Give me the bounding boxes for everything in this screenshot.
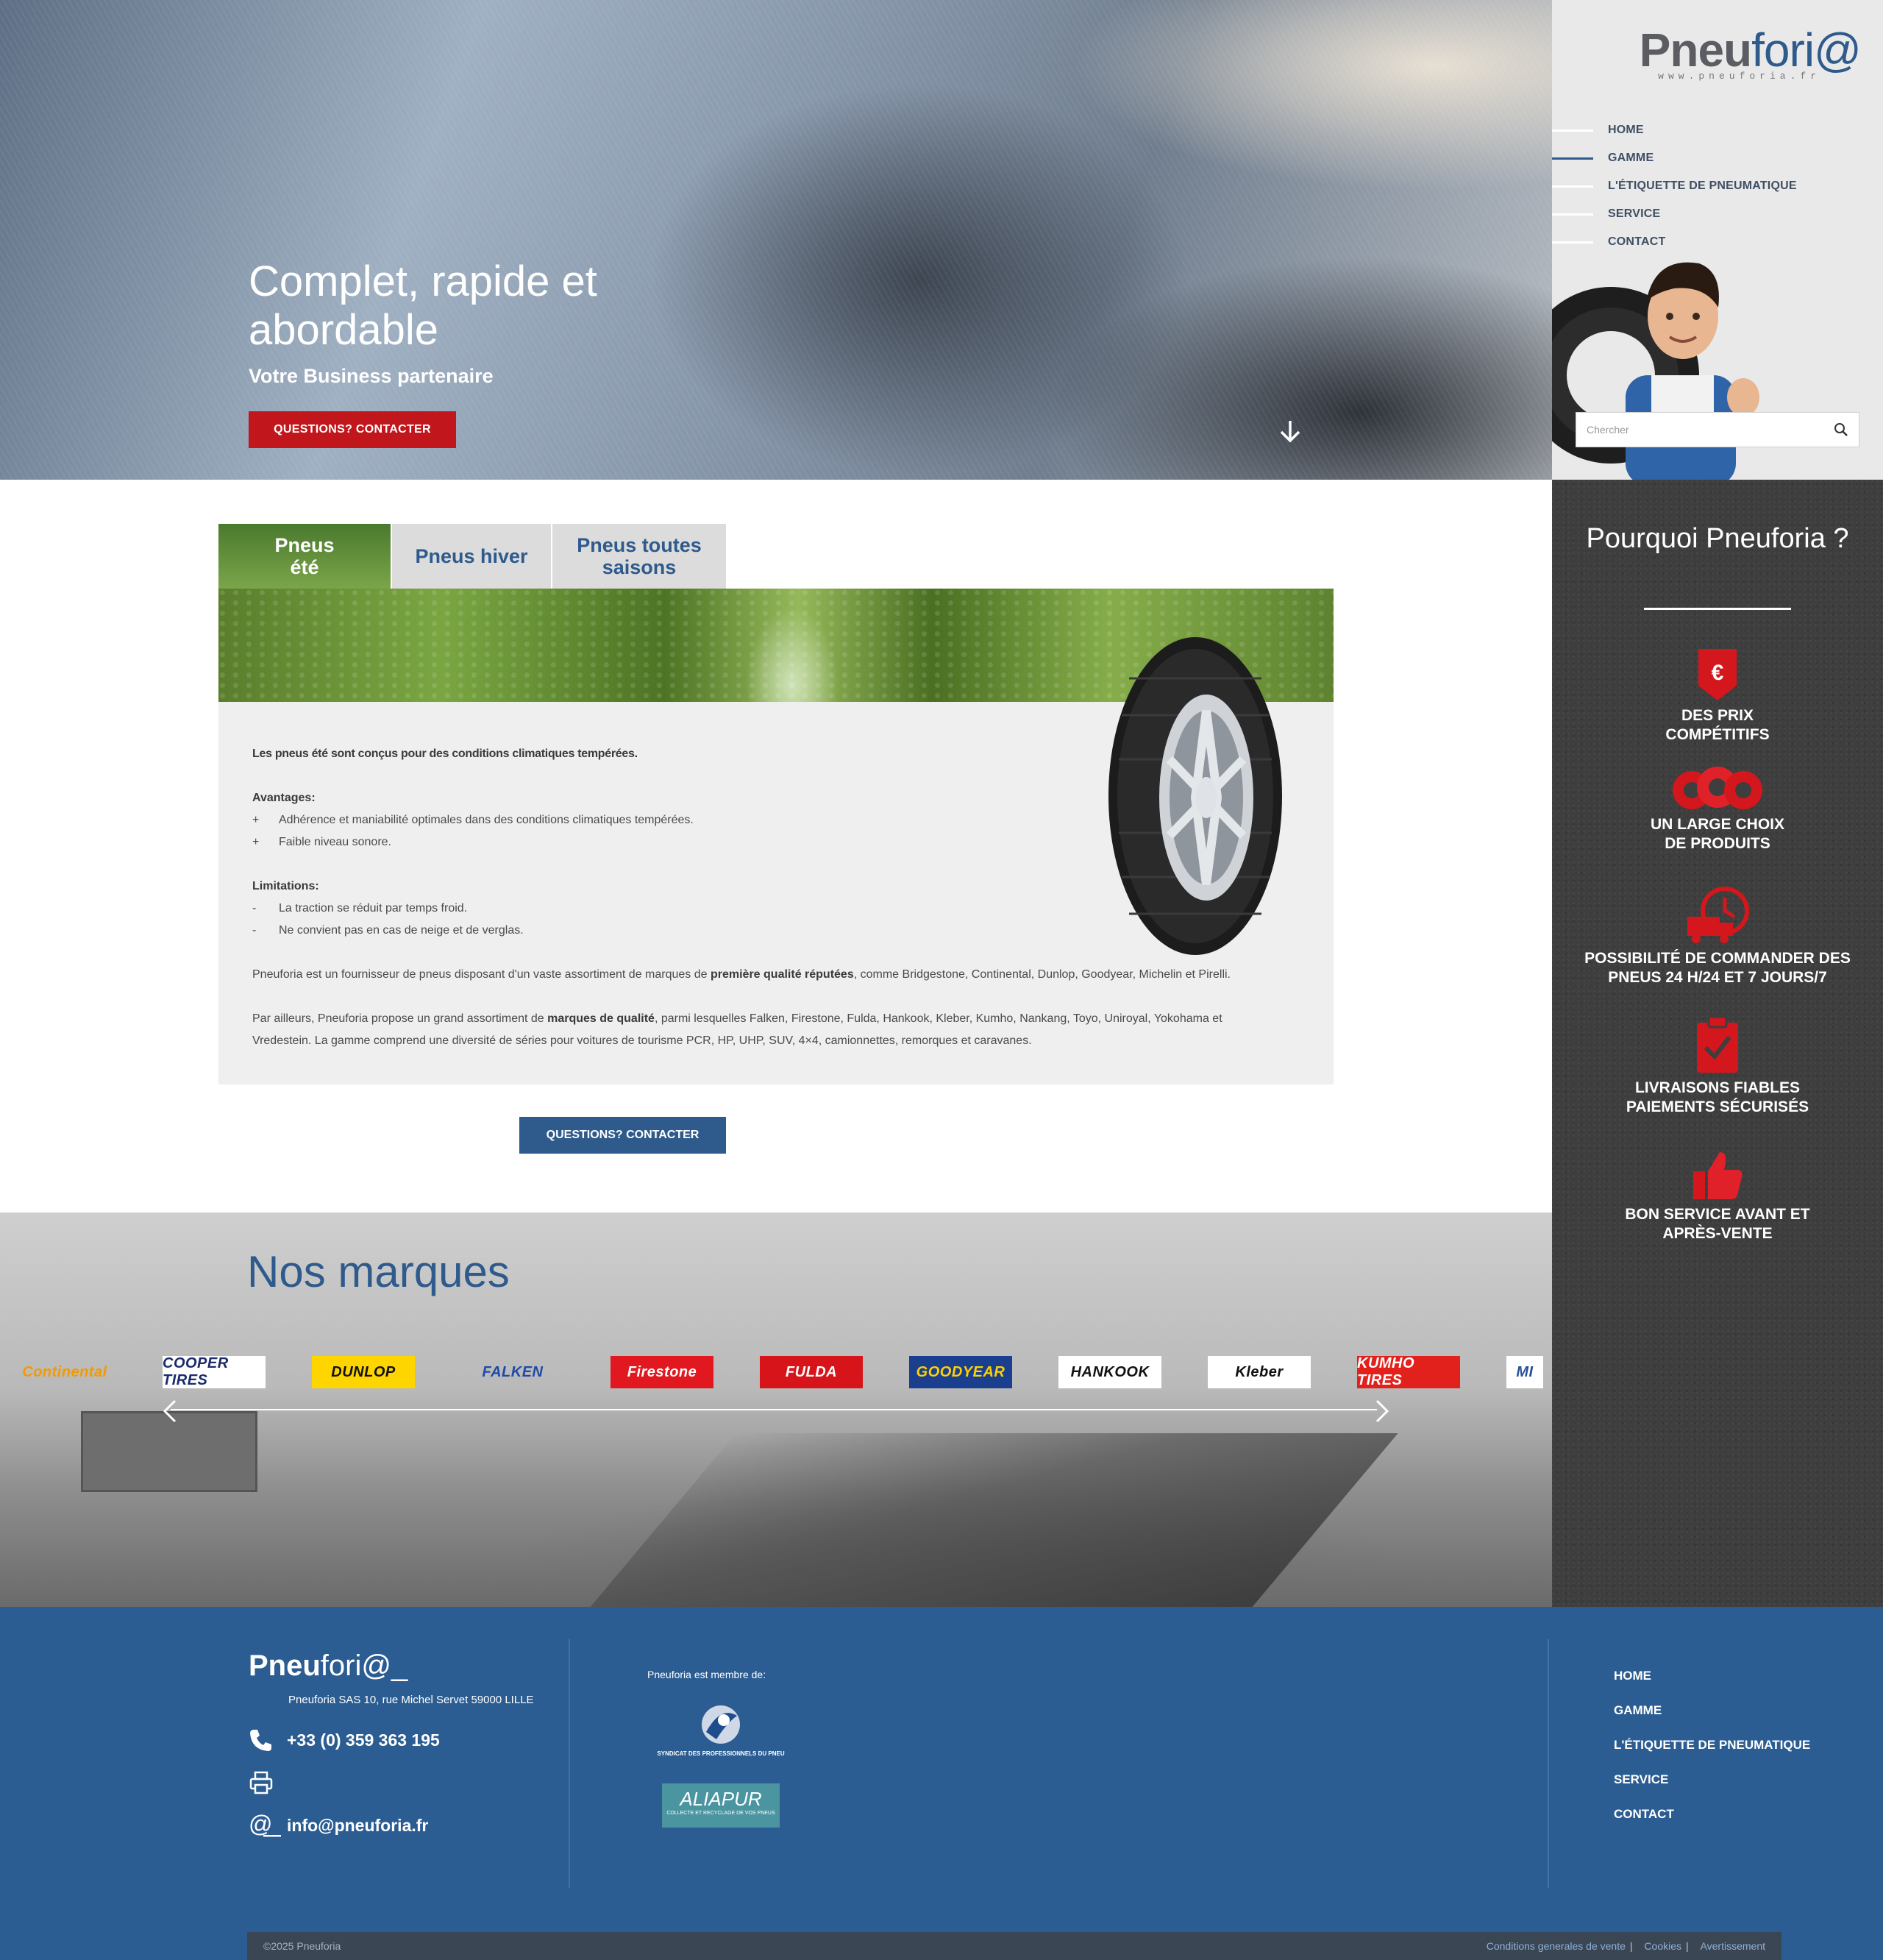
brand-logo[interactable]: MI xyxy=(1506,1356,1543,1388)
nav-item-gamme[interactable]: GAMME xyxy=(1552,144,1797,172)
summer-tire-image xyxy=(1108,637,1282,955)
main-nav: HOME GAMME L'ÉTIQUETTE DE PNEUMATIQUE SE… xyxy=(1552,116,1797,256)
feature-service-label: BON SERVICE AVANT ET APRÈS-VENTE xyxy=(1625,1206,1810,1242)
site-footer: Pneufori@_ Pneuforia SAS 10, rue Michel … xyxy=(0,1607,1883,1960)
carousel-track xyxy=(171,1409,1377,1410)
brands-section: Nos marques Continental COOPER TIRES DUNLO… xyxy=(0,1212,1552,1607)
nav-item-service[interactable]: SERVICE xyxy=(1552,200,1797,228)
feature-choix: UN LARGE CHOIX DE PRODUITS xyxy=(1552,767,1883,853)
feature-prix-label: DES PRIX COMPÉTITIFS xyxy=(1665,707,1770,743)
footer-nav-service[interactable]: SERVICE xyxy=(1614,1772,1810,1807)
brand-logo[interactable]: DUNLOP xyxy=(312,1356,415,1388)
tab-pneus-toutes-saisons[interactable]: Pneus toutes saisons xyxy=(552,524,726,589)
footer-divider xyxy=(569,1639,570,1888)
site-logo[interactable]: Pneufori@ www.pneuforia.fr xyxy=(1639,24,1862,82)
brand-logo[interactable]: Kleber xyxy=(1208,1356,1311,1388)
footer-fax xyxy=(249,1770,274,1795)
spp-emblem-icon xyxy=(702,1705,740,1744)
feature-commande: POSSIBILITÉ DE COMMANDER DES PNEUS 24 H/… xyxy=(1552,886,1883,987)
footer-divider xyxy=(1548,1639,1549,1888)
tab-pneus-hiver[interactable]: Pneus hiver xyxy=(392,524,551,589)
road-sign-background xyxy=(81,1411,257,1492)
footer-nav: HOME GAMME L'ÉTIQUETTE DE PNEUMATIQUE SE… xyxy=(1614,1669,1810,1842)
footer-nav-etiquette[interactable]: L'ÉTIQUETTE DE PNEUMATIQUE xyxy=(1614,1738,1810,1772)
hero-subtitle: Votre Business partenaire xyxy=(249,365,494,387)
brand-logo[interactable]: FULDA xyxy=(760,1356,863,1388)
brand-logo[interactable]: COOPER TIRES xyxy=(163,1355,266,1388)
feature-prix: € DES PRIX COMPÉTITIFS xyxy=(1552,647,1883,745)
hero-contact-button[interactable]: QUESTIONS? CONTACTER xyxy=(249,411,456,448)
link-avertissement[interactable]: Avertissement xyxy=(1701,1940,1765,1952)
brand-logo[interactable]: KUMHO TIRES xyxy=(1357,1355,1460,1388)
feature-livraison-label: LIVRAISONS FIABLES PAIEMENTS SÉCURISÉS xyxy=(1626,1079,1809,1115)
why-title-underline xyxy=(1644,608,1791,610)
link-cookies[interactable]: Cookies xyxy=(1644,1940,1681,1952)
brand-logo[interactable]: FALKEN xyxy=(461,1356,564,1388)
brands-paragraph-1: Pneuforia est un fournisseur de pneus di… xyxy=(252,968,1231,981)
footer-nav-contact[interactable]: CONTACT xyxy=(1614,1807,1810,1842)
feature-livraison: LIVRAISONS FIABLES PAIEMENTS SÉCURISÉS xyxy=(1552,1015,1883,1117)
copyright: ©2025 Pneuforia xyxy=(263,1940,341,1952)
brand-logo[interactable]: GOODYEAR xyxy=(909,1356,1012,1388)
printer-icon xyxy=(249,1771,273,1794)
brand-logo[interactable]: Continental xyxy=(13,1356,116,1388)
nav-item-etiquette[interactable]: L'ÉTIQUETTE DE PNEUMATIQUE xyxy=(1552,172,1797,200)
carousel-next-icon[interactable] xyxy=(1373,1399,1392,1423)
svg-text:@: @ xyxy=(249,1813,272,1837)
why-pneuforia-panel: Pourquoi Pneuforia ? € DES PRIX COMPÉTIT… xyxy=(1552,480,1883,1607)
footer-email[interactable]: @ info@pneuforia.fr xyxy=(249,1813,428,1838)
legal-links: Conditions generales de vente | Cookies | … xyxy=(1486,1940,1765,1952)
footer-bottom-bar: ©2025 Pneuforia Conditions generales de … xyxy=(247,1932,1781,1960)
why-title: Pourquoi Pneuforia ? xyxy=(1586,523,1849,554)
clipboard-check-icon xyxy=(1697,1015,1738,1073)
carousel-prev-icon[interactable] xyxy=(160,1399,179,1423)
brand-logo-carousel: Continental COOPER TIRES DUNLOP FALKEN Fires… xyxy=(0,1355,1552,1390)
scroll-down-icon[interactable] xyxy=(1277,418,1303,444)
feature-service: BON SERVICE AVANT ET APRÈS-VENTE xyxy=(1552,1149,1883,1243)
footer-logo[interactable]: Pneufori@_ xyxy=(249,1650,407,1683)
logo-url: www.pneuforia.fr xyxy=(1658,71,1820,82)
member-label: Pneuforia est membre de: xyxy=(647,1669,766,1680)
tire-season-tabs: Pneus été Pneus hiver Pneus toutes saiso… xyxy=(218,524,727,589)
brands-paragraph-2: Par ailleurs, Pneuforia propose un grand… xyxy=(252,1012,1222,1047)
delivery-clock-icon xyxy=(1687,887,1749,943)
brand-logo[interactable]: Firestone xyxy=(611,1356,713,1388)
at-icon: @ xyxy=(249,1813,281,1837)
hero-banner: Complet, rapide et abordable Votre Busin… xyxy=(0,0,1552,480)
link-cgv[interactable]: Conditions generales de vente xyxy=(1487,1940,1626,1952)
partner-spp-logo[interactable]: SYNDICAT DES PROFESSIONNELS DU PNEU xyxy=(655,1702,787,1757)
hero-text: Complet, rapide et abordable Votre Busin… xyxy=(249,258,616,388)
tab-pneus-ete[interactable]: Pneus été xyxy=(218,524,391,589)
hero-title: Complet, rapide et abordable xyxy=(249,258,597,354)
nav-item-home[interactable]: HOME xyxy=(1552,116,1797,144)
footer-address: Pneuforia SAS 10, rue Michel Servet 5900… xyxy=(288,1694,534,1706)
search-placeholder: Chercher xyxy=(1587,424,1629,436)
phone-icon xyxy=(250,1730,271,1751)
logo-text-light: fori@ xyxy=(1751,24,1862,77)
search-field[interactable]: Chercher xyxy=(1576,412,1859,447)
content-contact-button[interactable]: QUESTIONS? CONTACTER xyxy=(519,1117,726,1154)
brands-title: Nos marques xyxy=(247,1247,510,1296)
footer-phone[interactable]: +33 (0) 359 363 195 xyxy=(249,1728,440,1753)
feature-commande-label: POSSIBILITÉ DE COMMANDER DES PNEUS 24 H/… xyxy=(1584,950,1851,986)
brand-logo[interactable]: HANKOOK xyxy=(1058,1356,1161,1388)
svg-text:€: € xyxy=(1712,661,1724,685)
tires-icon xyxy=(1673,767,1762,809)
search-icon[interactable] xyxy=(1834,422,1848,437)
thumbs-up-icon xyxy=(1693,1152,1743,1199)
footer-nav-home[interactable]: HOME xyxy=(1614,1669,1810,1703)
highway-background xyxy=(588,1433,1398,1607)
partner-aliapur-logo[interactable]: ALIAPUR COLLECTE ET RECYCLAGE DE VOS PNE… xyxy=(662,1783,780,1828)
header-sidebar: Pneufori@ www.pneuforia.fr HOME GAMME L'… xyxy=(1552,0,1883,480)
footer-nav-gamme[interactable]: GAMME xyxy=(1614,1703,1810,1738)
feature-choix-label: UN LARGE CHOIX DE PRODUITS xyxy=(1650,816,1784,852)
euro-shield-icon: € xyxy=(1698,649,1737,700)
logo-text-bold: Pneu xyxy=(1639,24,1752,77)
